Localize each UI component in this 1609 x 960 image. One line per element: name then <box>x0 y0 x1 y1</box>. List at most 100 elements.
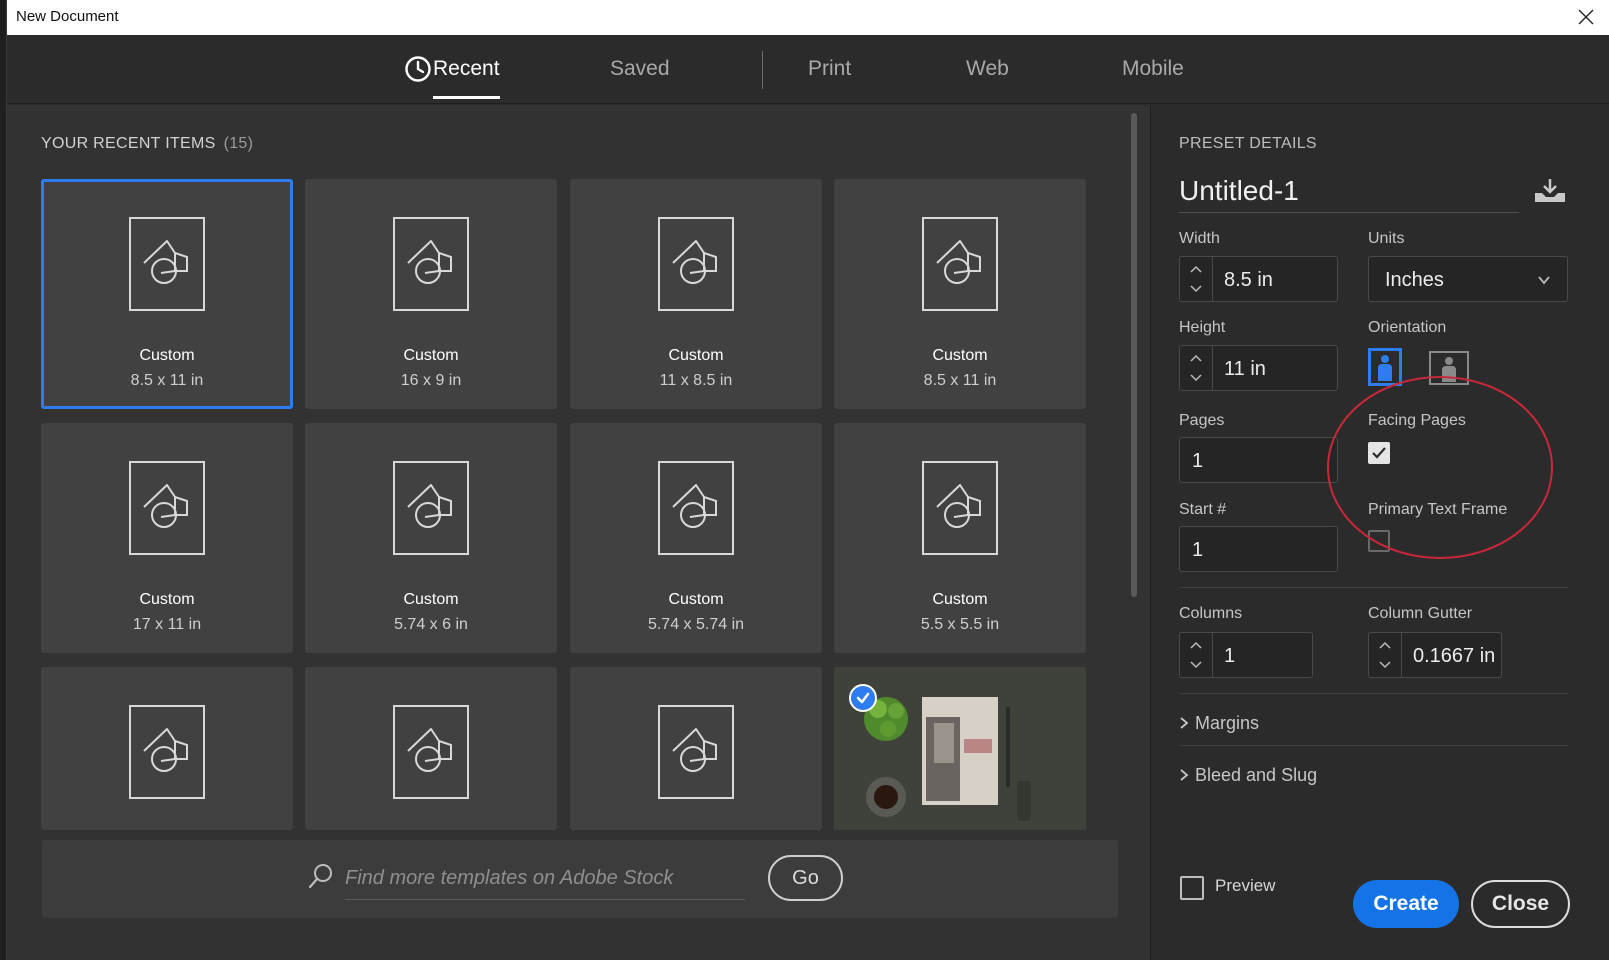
preset-details-panel: PRESET DETAILS Width 8.5 in Units Inches… <box>1150 105 1609 960</box>
tab-recent-label: Recent <box>433 57 500 80</box>
checkmark-icon <box>1372 447 1386 459</box>
chevron-up-icon[interactable] <box>1189 264 1203 274</box>
column-gutter-value: 0.1667 in <box>1413 645 1496 667</box>
recent-item-size: 5.74 x 6 in <box>394 616 468 633</box>
recent-item-size: 8.5 x 11 in <box>130 372 204 389</box>
stock-search-input[interactable] <box>345 858 745 900</box>
columns-stepper <box>1180 633 1213 677</box>
preset-category-tabs: Recent Saved Print Web Mobile <box>7 35 1609 104</box>
chevron-up-icon[interactable] <box>1189 353 1203 363</box>
facing-pages-checkbox[interactable] <box>1368 442 1390 464</box>
width-value: 8.5 in <box>1224 269 1273 291</box>
width-stepper <box>1180 257 1213 301</box>
bleed-slug-expander[interactable]: Bleed and Slug <box>1179 765 1317 786</box>
selected-check-icon <box>849 684 877 712</box>
height-stepper <box>1180 346 1213 390</box>
recent-item-card[interactable] <box>41 667 293 830</box>
recent-item-card[interactable]: Custom 16 x 9 in <box>305 179 557 409</box>
column-gutter-label: Column Gutter <box>1368 605 1473 622</box>
pages-value: 1 <box>1192 450 1204 472</box>
recent-item-card[interactable]: Custom 5.5 x 5.5 in <box>834 423 1086 653</box>
start-number-field[interactable]: 1 <box>1179 526 1338 572</box>
recent-item-name: Custom <box>139 591 195 608</box>
document-preset-icon <box>393 705 469 799</box>
document-preset-icon <box>129 461 205 555</box>
recent-item-card[interactable]: Custom 8.5 x 11 in <box>834 179 1086 409</box>
chevron-down-icon[interactable] <box>1189 373 1203 383</box>
recent-item-name: Custom <box>932 347 988 364</box>
height-field[interactable]: 11 in <box>1179 345 1338 391</box>
preview-label: Preview <box>1215 876 1276 895</box>
units-select[interactable]: Inches <box>1368 256 1568 302</box>
recent-item-card[interactable]: Custom 5.74 x 6 in <box>305 423 557 653</box>
recent-item-card[interactable]: Custom 8.5 x 11 in <box>41 179 293 409</box>
tab-mobile[interactable]: Mobile <box>1122 57 1184 81</box>
stock-search-bar: Go <box>42 840 1118 918</box>
height-label: Height <box>1179 319 1226 336</box>
close-button[interactable]: Close <box>1471 880 1570 928</box>
recent-items-panel: YOUR RECENT ITEMS (15) Custom 8.5 x 11 in… <box>7 105 1150 960</box>
background-window-edge <box>0 0 7 960</box>
recent-item-card[interactable]: Custom 5.74 x 5.74 in <box>570 423 822 653</box>
clock-icon <box>405 56 431 82</box>
width-label: Width <box>1179 230 1220 247</box>
create-button[interactable]: Create <box>1353 880 1459 928</box>
document-preset-icon <box>129 705 205 799</box>
tab-recent[interactable]: Recent <box>433 57 500 99</box>
chevron-up-icon[interactable] <box>1189 640 1203 650</box>
tab-saved[interactable]: Saved <box>610 57 670 81</box>
save-preset-icon[interactable] <box>1532 177 1568 205</box>
template-thumbnail-card[interactable] <box>834 667 1086 830</box>
width-field[interactable]: 8.5 in <box>1179 256 1338 302</box>
close-icon[interactable] <box>1573 4 1599 30</box>
units-value: Inches <box>1385 269 1444 291</box>
grid-scrollbar-thumb[interactable] <box>1131 113 1137 597</box>
columns-field[interactable]: 1 <box>1179 632 1313 678</box>
recent-items-count: (15) <box>223 135 254 152</box>
preview-checkbox[interactable] <box>1180 876 1204 900</box>
recent-item-size: 8.5 x 11 in <box>923 372 997 389</box>
document-preset-icon <box>658 461 734 555</box>
recent-item-size: 5.5 x 5.5 in <box>920 616 1000 633</box>
document-preset-icon <box>922 217 998 311</box>
chevron-up-icon[interactable] <box>1378 640 1392 650</box>
recent-item-name: Custom <box>139 347 195 364</box>
recent-item-card[interactable]: Custom 11 x 8.5 in <box>570 179 822 409</box>
recent-item-card[interactable] <box>570 667 822 830</box>
start-number-value: 1 <box>1192 539 1204 561</box>
search-icon <box>308 864 332 889</box>
height-value: 11 in <box>1224 358 1266 380</box>
chevron-down-icon[interactable] <box>1189 660 1203 670</box>
recent-item-card[interactable]: Custom 17 x 11 in <box>41 423 293 653</box>
landscape-orientation-icon[interactable] <box>1429 351 1469 385</box>
facing-pages-label: Facing Pages <box>1368 412 1466 429</box>
recent-item-name: Custom <box>668 591 724 608</box>
chevron-down-icon <box>1538 276 1550 285</box>
recent-item-size: 5.74 x 5.74 in <box>647 616 745 633</box>
active-tab-indicator <box>433 96 500 99</box>
document-preset-icon <box>393 217 469 311</box>
recent-item-card[interactable] <box>305 667 557 830</box>
chevron-right-icon <box>1180 769 1189 781</box>
recent-item-name: Custom <box>668 347 724 364</box>
pages-field[interactable]: 1 <box>1179 437 1338 483</box>
portrait-orientation-icon[interactable] <box>1368 348 1402 386</box>
window-title: New Document <box>16 8 119 25</box>
column-gutter-field[interactable]: 0.1667 in <box>1368 632 1502 678</box>
start-number-label: Start # <box>1179 501 1227 518</box>
bleed-slug-label: Bleed and Slug <box>1195 765 1318 785</box>
new-document-dialog: New Document Recent Saved Print Web Mobi… <box>0 0 1609 960</box>
margins-expander[interactable]: Margins <box>1179 713 1259 734</box>
tab-web[interactable]: Web <box>966 57 1009 81</box>
preset-name-input[interactable] <box>1179 169 1519 213</box>
document-preset-icon <box>658 705 734 799</box>
recent-item-name: Custom <box>932 591 988 608</box>
chevron-down-icon[interactable] <box>1189 284 1203 294</box>
tab-print[interactable]: Print <box>808 57 851 81</box>
go-button[interactable]: Go <box>768 855 843 901</box>
recent-item-name: Custom <box>403 591 459 608</box>
pages-label: Pages <box>1179 412 1225 429</box>
recent-item-size: 17 x 11 in <box>132 616 202 633</box>
primary-text-frame-checkbox[interactable] <box>1368 530 1390 552</box>
chevron-down-icon[interactable] <box>1378 660 1392 670</box>
